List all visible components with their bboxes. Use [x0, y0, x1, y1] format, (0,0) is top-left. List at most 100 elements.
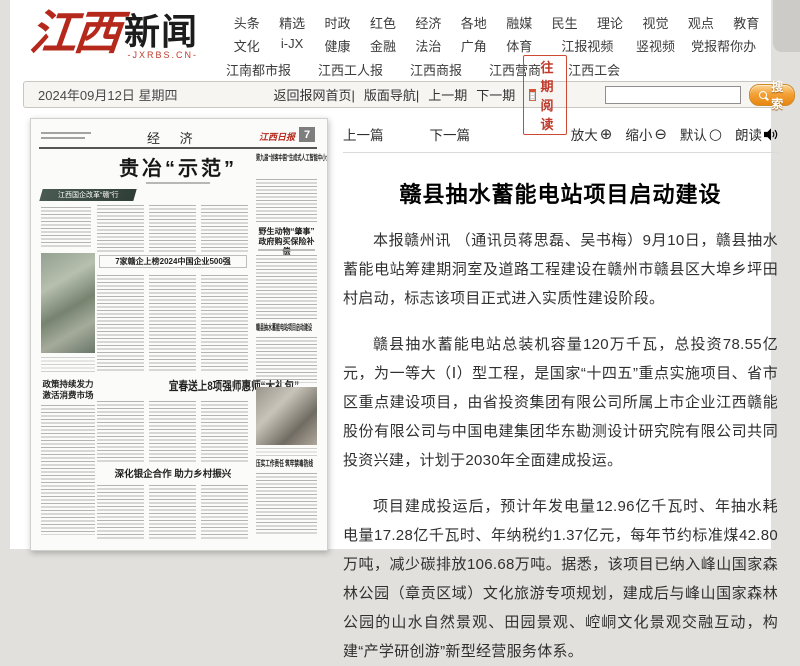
- paper-headline-drug: 压实工作责任 筑牢禁毒防线: [256, 459, 328, 469]
- zoom-out-icon: ⊖: [654, 127, 667, 142]
- text-lines: [97, 205, 144, 253]
- series-banner-label: 江西国企改革“赣”行: [58, 190, 119, 200]
- nav-item-jx-shangbao[interactable]: 江西商报: [410, 60, 462, 79]
- text-lines: [258, 249, 315, 251]
- search-icon: [759, 91, 767, 99]
- text-lines: [149, 205, 196, 253]
- text-lines: [256, 337, 317, 383]
- photo-caption-lines: [256, 448, 317, 456]
- series-banner: 江西国企改革“赣”行: [39, 189, 136, 201]
- nav-item-jx-gonghui[interactable]: 江西工会: [568, 60, 620, 79]
- article-body: 本报赣州讯 （通讯员蒋思磊、吴书梅）9月10日，赣县抽水蓄能电站筹建期洞室及道路…: [343, 226, 778, 666]
- text-lines: [97, 275, 144, 373]
- site-logo[interactable]: 江西 新闻 -JXRBS.CN-: [30, 8, 198, 60]
- search-button[interactable]: 搜 索: [749, 84, 795, 106]
- issue-links: 返回报网首页| 版面导航| 上一期 下一期: [273, 85, 515, 104]
- nav-item-tiyu[interactable]: 体育: [506, 36, 532, 55]
- nav-item-minsheng[interactable]: 民生: [552, 13, 578, 32]
- speaker-icon: [764, 128, 778, 141]
- nav-item-jingji[interactable]: 经济: [415, 13, 441, 32]
- nav-rows: 头条 精选 时政 红色 经济 各地 融媒 民生 理论 视觉 观点 教育 文化 i…: [224, 13, 769, 55]
- aerial-photo: [41, 253, 95, 353]
- back-home-link[interactable]: 返回报网首页|: [273, 85, 354, 104]
- search-input[interactable]: [605, 86, 741, 104]
- policy-line2: 激活消费市场: [41, 390, 95, 401]
- nav-item-fazhi[interactable]: 法治: [415, 36, 441, 55]
- logo-text: 新闻: [124, 12, 198, 52]
- page-number: 7: [299, 127, 315, 142]
- newspaper-page-thumbnail[interactable]: 经 济 江西日报 7 贵冶“示范” 江西国企改革“赣”行 7家赣企上榜2024中…: [30, 118, 328, 551]
- masthead: 江西日报: [259, 130, 295, 143]
- zoom-in-button[interactable]: 放大 ⊕: [571, 124, 613, 144]
- default-size-button[interactable]: 默认 ○: [680, 124, 722, 144]
- default-size-label: 默认: [680, 124, 707, 144]
- text-lines: [41, 405, 95, 535]
- text-lines: [41, 132, 91, 134]
- article-panel: 上一篇 下一篇 放大 ⊕ 缩小 ⊖ 默认 ○ 朗读: [343, 124, 778, 666]
- paper-headline-wildlife: 野生动物“肇事” 政府购买保险补偿: [256, 227, 317, 257]
- nav-item-guandian[interactable]: 观点: [688, 13, 714, 32]
- nav-item-shizheng[interactable]: 时政: [325, 13, 351, 32]
- text-lines: [149, 275, 196, 373]
- nav-item-wenhua[interactable]: 文化: [234, 36, 260, 55]
- text-lines: [256, 473, 317, 535]
- policy-line1: 政策持续发力: [41, 379, 95, 390]
- text-lines: [149, 485, 196, 540]
- article-paragraph: 本报赣州讯 （通讯员蒋思磊、吴书梅）9月10日，赣县抽水蓄能电站筹建期洞室及道路…: [343, 226, 778, 313]
- read-aloud-button[interactable]: 朗读: [735, 124, 778, 144]
- paper-headline-top500: 7家赣企上榜2024中国企业500强: [99, 255, 247, 268]
- section-title: 经 济: [147, 128, 201, 147]
- article-toolbar: 上一篇 下一篇 放大 ⊕ 缩小 ⊖ 默认 ○ 朗读: [343, 124, 778, 153]
- past-issues-label: 往期阅读: [540, 57, 561, 133]
- nav-item-hongse[interactable]: 红色: [370, 13, 396, 32]
- zoom-in-label: 放大: [571, 124, 598, 144]
- nav-item-jinrong[interactable]: 金融: [370, 36, 396, 55]
- paper-headline-policy: 政策持续发力 激活消费市场: [41, 379, 95, 400]
- article-paragraph: 项目建成投运后，预计年发电量12.96亿千瓦时、年抽水耗电量17.28亿千瓦时、…: [343, 492, 778, 666]
- past-issues-button[interactable]: 往期阅读: [523, 55, 567, 135]
- text-lines: [201, 275, 248, 373]
- nav-item-shijue[interactable]: 视觉: [642, 13, 668, 32]
- byline-line: [146, 182, 210, 184]
- nav-item-dangbao[interactable]: 党报帮你办: [691, 36, 756, 55]
- next-article-link[interactable]: 下一篇: [430, 124, 471, 144]
- issue-date: 2024年09月12日 星期四: [38, 85, 177, 104]
- read-aloud-label: 朗读: [735, 124, 762, 144]
- photo-caption-lines: [41, 357, 95, 373]
- nav-item-jiangbao-video[interactable]: 江报视频: [561, 36, 613, 55]
- prev-article-link[interactable]: 上一篇: [343, 124, 384, 144]
- text-lines: [201, 401, 248, 463]
- next-issue-link[interactable]: 下一期: [476, 85, 515, 104]
- text-lines: [201, 485, 248, 540]
- nav-item-guangjiao[interactable]: 广角: [461, 36, 487, 55]
- layout-nav-link[interactable]: 版面导航|: [364, 85, 419, 104]
- nav-item-lilun[interactable]: 理论: [597, 13, 623, 32]
- paper-headline-ganxian[interactable]: 赣县抽水蓄能电站项目启动建设: [256, 323, 328, 333]
- wildlife-line2: 政府购买保险补偿: [256, 237, 317, 257]
- zoom-in-icon: ⊕: [600, 127, 613, 142]
- page-card: 江西 新闻 -JXRBS.CN- 头条 精选 时政 红色 经济 各地 融媒 民生…: [10, 0, 771, 549]
- zoom-out-button[interactable]: 缩小 ⊖: [625, 124, 667, 144]
- nav-papers-row: 江南都市报 江西工人报 江西商报 江西营商 江西工会: [224, 60, 769, 79]
- logo-domain: -JXRBS.CN-: [124, 50, 198, 60]
- nav-item-shu-video[interactable]: 竖视频: [636, 36, 675, 55]
- nav-item-jiaoyu[interactable]: 教育: [733, 13, 759, 32]
- wildlife-line1: 野生动物“肇事”: [256, 227, 317, 237]
- nav-item-jx-gongrenbao[interactable]: 江西工人报: [318, 60, 383, 79]
- nav-item-jiangnan-dushibao[interactable]: 江南都市报: [226, 60, 291, 79]
- nav-item-gedi[interactable]: 各地: [461, 13, 487, 32]
- text-lines: [41, 137, 85, 139]
- text-lines: [149, 401, 196, 463]
- prev-issue-link[interactable]: 上一期: [428, 85, 467, 104]
- nav-item-rongmei[interactable]: 融媒: [506, 13, 532, 32]
- calendar-icon: [529, 89, 536, 101]
- newspaper-page: 经 济 江西日报 7 贵冶“示范” 江西国企改革“赣”行 7家赣企上榜2024中…: [39, 127, 317, 542]
- nav-item-toutiao[interactable]: 头条: [234, 13, 260, 32]
- text-lines: [41, 207, 91, 249]
- text-lines: [201, 205, 248, 253]
- nav-item-jiankang[interactable]: 健康: [325, 36, 351, 55]
- search-button-label: 搜 索: [771, 78, 785, 112]
- zoom-out-label: 缩小: [625, 124, 652, 144]
- nav-item-jingxuan[interactable]: 精选: [279, 13, 305, 32]
- nav-item-ijx[interactable]: i-JX: [281, 36, 303, 55]
